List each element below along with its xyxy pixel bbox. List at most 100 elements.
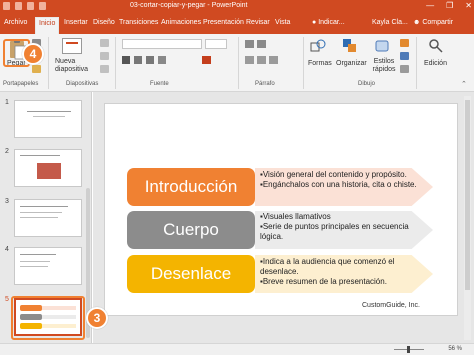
start-presentation-icon[interactable] [39,2,46,10]
editing-icon[interactable] [428,38,444,54]
tab-presentacion[interactable]: Presentación [203,19,244,26]
group-label-clipboard: Portapapeles [3,81,39,87]
slide-thumbnail[interactable] [14,149,82,187]
bold-icon[interactable] [122,56,130,64]
bullet-item: Visión general del contenido y propósito… [260,170,432,180]
thumbnail-number: 1 [5,99,9,106]
quick-styles-label: Estilos rápidos [372,58,396,73]
tab-transiciones[interactable]: Transiciones [119,19,158,26]
group-separator [115,37,116,89]
format-painter-icon[interactable] [32,65,41,73]
share-button[interactable]: ☻ Compartir [413,19,453,26]
tab-diseno[interactable]: Diseño [93,19,115,26]
group-separator [416,37,417,89]
layout-icon[interactable] [100,39,109,47]
font-name-combo[interactable] [122,39,202,49]
step-callout-3: 3 [86,307,108,329]
quick-access-toolbar [3,2,46,10]
close-button[interactable]: ✕ [465,1,472,10]
status-bar: 56 % [0,343,474,355]
tab-vista[interactable]: Vista [275,19,290,26]
italic-icon[interactable] [134,56,142,64]
align-center-icon[interactable] [257,56,266,64]
slide-thumbnail[interactable] [14,199,82,237]
bullet-item: Breve resumen de la presentación. [260,277,432,287]
redo-icon[interactable] [27,2,34,10]
scrollbar-thumb[interactable] [465,100,470,290]
shapes-icon[interactable] [310,38,326,54]
slide-thumbnail[interactable] [14,100,82,138]
window-controls: — ❐ ✕ [426,1,472,10]
align-left-icon[interactable] [245,56,254,64]
step-callout-4: 4 [22,43,44,65]
tab-archivo[interactable]: Archivo [4,19,27,26]
bullet-item: Visuales llamativos [260,212,432,222]
share-label: Compartir [422,19,454,26]
thumbnail-number: 3 [5,198,9,205]
font-size-combo[interactable] [205,39,227,49]
quick-styles-icon[interactable] [374,38,390,54]
title-bar: 03-cortar-copiar-y-pegar - PowerPoint — … [0,0,474,13]
group-label-slides: Diapositivas [66,81,99,87]
tab-insertar[interactable]: Insertar [64,19,88,26]
vertical-scrollbar[interactable] [464,96,471,340]
zoom-level[interactable]: 56 % [448,346,462,352]
font-format-buttons [122,56,232,66]
shape-outline-icon[interactable] [400,52,409,60]
group-separator [238,37,239,89]
ribbon-tabs: Archivo Inicio Insertar Diseño Transicio… [0,13,474,34]
tab-inicio[interactable]: Inicio [35,17,60,34]
tab-revisar[interactable]: Revisar [246,19,270,26]
current-slide[interactable]: Introducción Visión general del contenid… [104,103,458,316]
arrange-label: Organizar [336,60,367,67]
editing-label: Edición [424,60,447,67]
new-slide-icon[interactable] [62,38,82,54]
person-icon: ☻ [413,19,423,26]
minimize-button[interactable]: — [426,1,434,10]
zoom-slider-knob[interactable] [407,346,410,353]
bullet-item: Indica a la audiencia que comenzó el des… [260,257,432,277]
bullet-list[interactable]: Indica a la audiencia que comenzó el des… [260,257,432,287]
arrange-icon[interactable] [342,38,358,54]
bullet-item: Serie de puntos principales en secuencia… [260,222,432,242]
tell-me-label: Indicar... [318,19,345,26]
brand-footer: CustomGuide, Inc. [362,302,420,309]
reset-icon[interactable] [100,52,109,60]
tell-me-search[interactable]: ● Indicar... [312,19,345,26]
bullets-icon[interactable] [245,40,254,48]
thumbnail-number: 2 [5,148,9,155]
group-label-font: Fuente [150,81,169,87]
shape-effects-icon[interactable] [400,65,409,73]
bullet-item: Engánchalos con una historia, cita o chi… [260,180,432,190]
underline-icon[interactable] [146,56,154,64]
section-label-desenlace[interactable]: Desenlace [127,255,255,293]
font-color-icon[interactable] [202,56,211,64]
undo-icon[interactable] [15,2,22,10]
group-separator [303,37,304,89]
ribbon: Pegar Portapapeles Nueva diapositiva Dia… [0,34,474,92]
thumbnail-number: 4 [5,246,9,253]
shapes-label: Formas [308,60,332,67]
bullet-list[interactable]: Visuales llamativos Serie de puntos prin… [260,212,432,242]
section-label-introduccion[interactable]: Introducción [127,168,255,206]
align-right-icon[interactable] [269,56,278,64]
group-separator [48,37,49,89]
section-label-cuerpo[interactable]: Cuerpo [127,211,255,249]
section-icon[interactable] [100,65,109,73]
window-title: 03-cortar-copiar-y-pegar - PowerPoint [130,2,248,9]
thumbnail-highlight [11,296,85,340]
bullet-list[interactable]: Visión general del contenido y propósito… [260,170,432,190]
strikethrough-icon[interactable] [158,56,166,64]
new-slide-label: Nueva diapositiva [55,58,89,73]
paragraph-buttons [245,40,300,70]
shape-fill-icon[interactable] [400,39,409,47]
collapse-ribbon-icon[interactable]: ⌃ [461,80,467,88]
slide-thumbnail[interactable] [14,247,82,285]
user-account[interactable]: Kayla Cla... [372,19,408,26]
restore-button[interactable]: ❐ [446,1,453,10]
tab-animaciones[interactable]: Animaciones [161,19,201,26]
numbering-icon[interactable] [257,40,266,48]
group-label-paragraph: Párrafo [255,81,275,87]
save-icon[interactable] [3,2,10,10]
group-label-drawing: Dibujo [358,81,376,87]
